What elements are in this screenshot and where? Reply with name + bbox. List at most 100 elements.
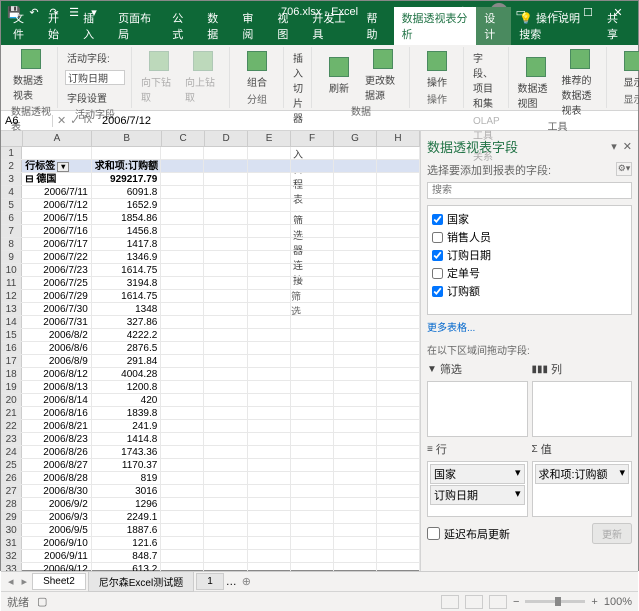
area-columns-box[interactable] <box>532 381 633 437</box>
cell[interactable]: 3016 <box>92 485 162 497</box>
select-all-corner[interactable] <box>1 131 23 146</box>
col-header[interactable]: C <box>162 131 205 146</box>
table-row[interactable]: 1 <box>1 147 420 160</box>
group-button[interactable]: 组合 <box>237 51 277 90</box>
table-row[interactable]: 142006/7/31327.86 <box>1 316 420 329</box>
table-row[interactable]: 162006/8/62876.5 <box>1 342 420 355</box>
row-header[interactable]: 16 <box>1 342 22 354</box>
cell[interactable]: 613.2 <box>92 563 162 571</box>
field-settings-button[interactable]: 字段设置 <box>65 89 109 106</box>
field-item[interactable]: 订购额 <box>432 282 627 300</box>
cell[interactable]: 2006/7/12 <box>22 199 92 211</box>
cell[interactable]: 1170.37 <box>92 459 162 471</box>
zoom-out-button[interactable]: − <box>513 596 519 608</box>
cell[interactable]: 327.86 <box>92 316 162 328</box>
table-row[interactable]: 182006/8/124004.28 <box>1 368 420 381</box>
cell[interactable]: 1743.36 <box>92 446 162 458</box>
cell[interactable]: 2006/8/16 <box>22 407 92 419</box>
row-header[interactable]: 20 <box>1 394 22 406</box>
row-header[interactable]: 25 <box>1 459 22 471</box>
row-header[interactable]: 29 <box>1 511 22 523</box>
view-layout-button[interactable] <box>465 595 483 609</box>
table-row[interactable]: 292006/9/32249.1 <box>1 511 420 524</box>
cancel-icon[interactable]: ✕ <box>57 114 66 127</box>
area-item[interactable]: 求和项:订购额▾ <box>535 464 630 484</box>
cell[interactable]: 1296 <box>92 498 162 510</box>
col-header[interactable]: G <box>334 131 377 146</box>
cell[interactable]: 2006/8/21 <box>22 420 92 432</box>
field-item[interactable]: 国家 <box>432 210 627 228</box>
row-header[interactable]: 7 <box>1 225 22 237</box>
cell[interactable]: 2006/9/12 <box>22 563 92 571</box>
cell[interactable]: 1417.8 <box>92 238 162 250</box>
table-row[interactable]: 262006/8/28819 <box>1 472 420 485</box>
share-button[interactable]: 共享 <box>599 7 634 45</box>
search-input[interactable] <box>427 182 632 199</box>
cell[interactable]: 2876.5 <box>92 342 162 354</box>
row-header[interactable]: 9 <box>1 251 22 263</box>
field-checkbox[interactable] <box>432 250 443 261</box>
more-tables-link[interactable]: 更多表格... <box>427 319 632 334</box>
table-row[interactable]: 242006/8/261743.36 <box>1 446 420 459</box>
cell[interactable] <box>22 147 92 159</box>
area-filter-box[interactable] <box>427 381 528 437</box>
cell[interactable]: 3194.8 <box>92 277 162 289</box>
col-header[interactable]: B <box>92 131 162 146</box>
tab-home[interactable]: 开始 <box>40 7 75 45</box>
cell[interactable]: 420 <box>92 394 162 406</box>
table-row[interactable]: 202006/8/14420 <box>1 394 420 407</box>
cell[interactable]: 2006/9/5 <box>22 524 92 536</box>
pivot-chart-button[interactable]: 数据透视图 <box>516 57 556 111</box>
cell[interactable]: 1854.86 <box>92 212 162 224</box>
cell[interactable]: 2006/8/12 <box>22 368 92 380</box>
row-header[interactable]: 3 <box>1 173 22 185</box>
table-row[interactable]: 272006/8/303016 <box>1 485 420 498</box>
cell[interactable]: 2006/7/25 <box>22 277 92 289</box>
cell[interactable]: 2006/7/11 <box>22 186 92 198</box>
cell[interactable]: 2006/8/13 <box>22 381 92 393</box>
row-header[interactable]: 23 <box>1 433 22 445</box>
gear-icon[interactable]: ⚙▾ <box>616 162 632 176</box>
sheet-nav-prev[interactable]: ◂ <box>5 575 17 588</box>
row-header[interactable]: 31 <box>1 537 22 549</box>
cell[interactable]: 2006/8/27 <box>22 459 92 471</box>
table-row[interactable]: 172006/8/9291.84 <box>1 355 420 368</box>
active-field-input[interactable] <box>65 70 125 85</box>
new-sheet-button[interactable]: ⊕ <box>239 575 254 588</box>
refresh-button[interactable]: 刷新 <box>319 57 359 96</box>
formula-input[interactable]: 2006/7/12 <box>96 115 638 127</box>
cell[interactable]: 1348 <box>92 303 162 315</box>
row-header[interactable]: 13 <box>1 303 22 315</box>
worksheet[interactable]: A B C D E F G H 12行标签▾求和项:订购额3⊟ 德国929217… <box>1 131 420 571</box>
cell[interactable]: 2006/8/30 <box>22 485 92 497</box>
cell[interactable]: 2006/8/2 <box>22 329 92 341</box>
cell[interactable]: 2006/9/3 <box>22 511 92 523</box>
cell[interactable]: 求和项:订购额 <box>92 160 162 172</box>
cell[interactable]: 4004.28 <box>92 368 162 380</box>
sheet-tab[interactable]: 1 <box>196 573 224 590</box>
cell[interactable]: 1614.75 <box>92 264 162 276</box>
cell[interactable]: 2006/8/23 <box>22 433 92 445</box>
row-header[interactable]: 26 <box>1 472 22 484</box>
sheet-tab[interactable]: 尼尔森Excel测试题 <box>88 571 194 592</box>
field-checkbox[interactable] <box>432 268 443 279</box>
col-header[interactable]: E <box>248 131 291 146</box>
col-header[interactable]: H <box>377 131 420 146</box>
row-header[interactable]: 28 <box>1 498 22 510</box>
cell[interactable]: 2006/9/10 <box>22 537 92 549</box>
change-source-button[interactable]: 更改数据源 <box>363 49 403 103</box>
cell[interactable]: 848.7 <box>92 550 162 562</box>
fx-icon[interactable]: fx <box>83 114 92 127</box>
chevron-down-icon[interactable]: ▾ <box>619 466 625 482</box>
tab-pivot-analyze[interactable]: 数据透视表分析 <box>394 7 477 45</box>
pane-close-icon[interactable]: ✕ <box>623 140 632 153</box>
cell[interactable]: 1887.6 <box>92 524 162 536</box>
cell[interactable]: 2006/7/17 <box>22 238 92 250</box>
cell[interactable]: 2006/8/9 <box>22 355 92 367</box>
cell[interactable]: 819 <box>92 472 162 484</box>
cell[interactable]: 2006/7/30 <box>22 303 92 315</box>
row-header[interactable]: 27 <box>1 485 22 497</box>
tab-design[interactable]: 设计 <box>476 7 511 45</box>
tab-data[interactable]: 数据 <box>199 7 234 45</box>
row-header[interactable]: 21 <box>1 407 22 419</box>
